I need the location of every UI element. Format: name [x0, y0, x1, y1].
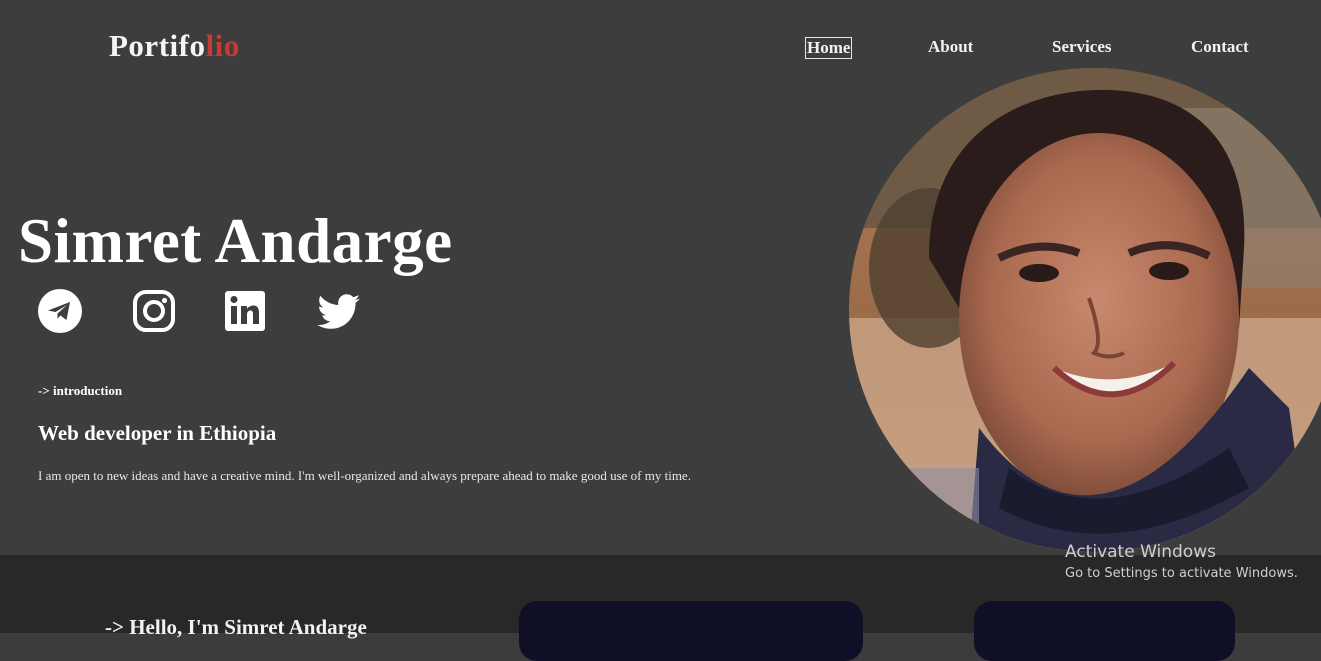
nav-about[interactable]: About	[928, 37, 973, 57]
instagram-icon[interactable]	[131, 288, 177, 334]
intro-tag: -> introduction	[38, 383, 123, 398]
logo-main-text: Portifo	[109, 28, 206, 63]
service-card-2	[974, 601, 1235, 661]
watermark-title: Activate Windows	[1065, 542, 1216, 562]
profile-photo	[849, 68, 1321, 552]
nav-home[interactable]: Home	[805, 37, 853, 59]
twitter-icon[interactable]	[316, 288, 362, 334]
windows-activation-watermark: Activate Windows Go to Settings to activ…	[1065, 541, 1298, 585]
nav-services[interactable]: Services	[1052, 37, 1111, 57]
about-hello-heading: -> Hello, I'm Simret Andarge	[105, 615, 367, 639]
telegram-icon[interactable]	[37, 288, 83, 334]
watermark-subtitle: Go to Settings to activate Windows.	[1065, 566, 1298, 581]
hero-description: I am open to new ideas and have a creati…	[38, 468, 691, 483]
site-logo[interactable]: Portifolio	[109, 28, 240, 64]
nav-contact[interactable]: Contact	[1191, 37, 1249, 57]
hero-headline: Web developer in Ethiopia	[38, 421, 277, 445]
linkedin-icon[interactable]	[222, 288, 268, 334]
service-card-1	[519, 601, 863, 661]
logo-accent-text: lio	[205, 28, 240, 63]
hero-name: Simret Andarge	[18, 206, 453, 276]
